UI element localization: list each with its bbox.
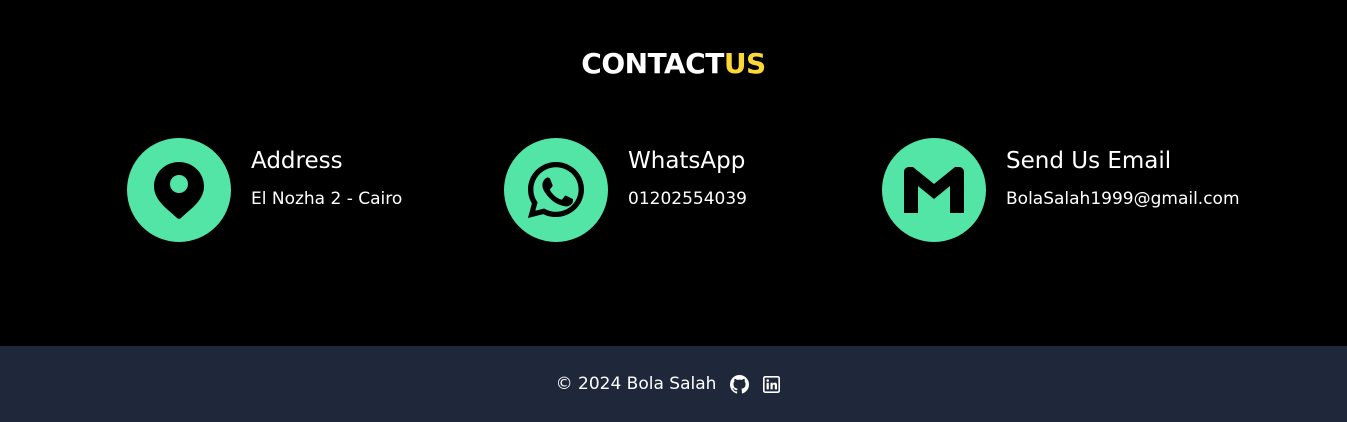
gmail-icon xyxy=(904,167,964,213)
section-title-accent: US xyxy=(723,47,766,80)
email-icon-circle[interactable] xyxy=(882,138,986,242)
email-heading: Send Us Email xyxy=(1006,148,1172,174)
github-icon xyxy=(729,374,749,394)
address-value: El Nozha 2 - Cairo xyxy=(251,189,403,209)
address-heading: Address xyxy=(251,148,343,174)
whatsapp-icon xyxy=(528,162,584,218)
whatsapp-heading: WhatsApp xyxy=(628,148,746,174)
section-title-main: CONTACT xyxy=(581,47,724,80)
whatsapp-number[interactable]: 01202554039 xyxy=(628,188,747,210)
map-pin-icon xyxy=(154,162,204,219)
email-text: Send Us Email BolaSalah1999@gmail.com xyxy=(1006,146,1240,210)
whatsapp-icon-circle[interactable] xyxy=(504,138,608,242)
github-link[interactable] xyxy=(729,374,749,394)
copyright-text: © 2024 Bola Salah xyxy=(555,374,717,394)
linkedin-icon xyxy=(762,375,780,393)
linkedin-link[interactable] xyxy=(761,374,781,394)
contact-section: CONTACTUS Address El Nozha 2 - Cairo Wha… xyxy=(0,0,1347,346)
email-address[interactable]: BolaSalah1999@gmail.com xyxy=(1006,188,1240,210)
address-icon-circle xyxy=(127,138,231,242)
address-text: Address El Nozha 2 - Cairo xyxy=(251,146,402,210)
whatsapp-text: WhatsApp 01202554039 xyxy=(628,146,747,210)
footer-content: © 2024 Bola Salah xyxy=(556,374,792,394)
section-title: CONTACTUS xyxy=(0,44,1347,84)
footer: © 2024 Bola Salah xyxy=(0,346,1347,422)
